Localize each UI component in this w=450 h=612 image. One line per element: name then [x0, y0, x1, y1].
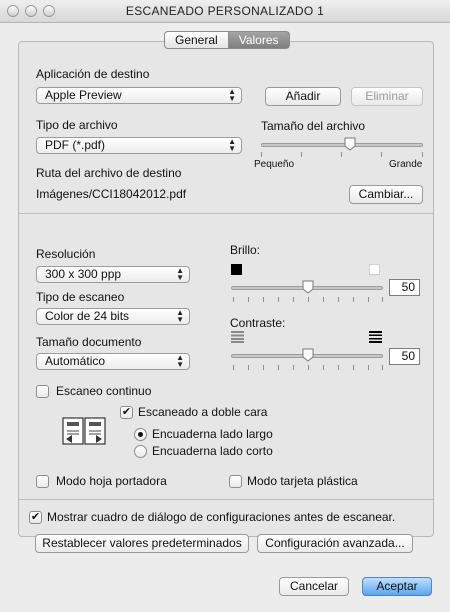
- brightness-ticks: [233, 297, 383, 302]
- resolution-value: 300 x 300 ppp: [45, 267, 122, 281]
- file-size-slider-track[interactable]: [261, 143, 423, 147]
- settings-panel: Aplicación de destino Apple Preview ▲ ▼ A…: [18, 41, 434, 537]
- add-button[interactable]: Añadir: [265, 87, 341, 106]
- show-dialog-label: Mostrar cuadro de diálogo de configuraci…: [47, 510, 396, 524]
- plastic-card-checkbox[interactable]: [229, 475, 242, 488]
- tab-bar: General Valores: [164, 31, 290, 49]
- show-dialog-checkbox[interactable]: ✔: [29, 511, 42, 524]
- file-path-label: Ruta del archivo de destino: [36, 166, 182, 180]
- document-size-label: Tamaño documento: [36, 335, 142, 349]
- file-type-value: PDF (*.pdf): [45, 138, 106, 152]
- brightness-label: Brillo:: [230, 243, 261, 257]
- accept-button[interactable]: Aceptar: [362, 577, 432, 596]
- separator: [19, 213, 433, 214]
- dialog-window: ESCANEADO PERSONALIZADO 1 Aplicación de …: [0, 0, 450, 612]
- plastic-card-label: Modo tarjeta plástica: [247, 474, 358, 488]
- contrast-ticks: [233, 365, 383, 370]
- bind-long-edge-radio[interactable]: [134, 428, 147, 441]
- carrier-sheet-checkbox[interactable]: [36, 475, 49, 488]
- duplex-pages-icon: [62, 417, 106, 445]
- popup-arrows-icon: ▲ ▼: [228, 137, 236, 153]
- file-size-label: Tamaño del archivo: [261, 119, 366, 133]
- brightness-value-field[interactable]: 50: [389, 279, 420, 296]
- title-bar: ESCANEADO PERSONALIZADO 1: [0, 0, 450, 23]
- restore-defaults-button[interactable]: Restablecer valores predeterminados: [35, 534, 249, 553]
- dark-square-icon: [231, 264, 242, 275]
- low-contrast-icon: [231, 331, 244, 343]
- tab-valores[interactable]: Valores: [228, 31, 290, 49]
- file-type-label: Tipo de archivo: [36, 118, 118, 132]
- light-square-icon: [369, 264, 380, 275]
- scan-type-select[interactable]: Color de 24 bits ▲ ▼: [36, 308, 190, 325]
- file-size-slider-thumb[interactable]: [344, 137, 356, 151]
- window-title: ESCANEADO PERSONALIZADO 1: [125, 4, 325, 18]
- destination-app-select[interactable]: Apple Preview ▲ ▼: [36, 87, 242, 104]
- continuous-scan-checkbox[interactable]: [36, 385, 49, 398]
- resolution-label: Resolución: [36, 247, 96, 261]
- file-path-value: Imágenes/CCI18042012.pdf: [36, 187, 187, 201]
- continuous-scan-label: Escaneo continuo: [56, 384, 152, 398]
- file-size-max-label: Grande: [389, 159, 423, 170]
- popup-arrows-icon: ▲ ▼: [176, 266, 184, 282]
- contrast-value-field[interactable]: 50: [389, 348, 420, 365]
- duplex-label: Escaneado a doble cara: [138, 405, 268, 419]
- high-contrast-icon: [369, 331, 382, 343]
- separator: [19, 499, 433, 500]
- change-path-button[interactable]: Cambiar...: [349, 185, 423, 204]
- popup-arrows-icon: ▲ ▼: [176, 308, 184, 324]
- popup-arrows-icon: ▲ ▼: [228, 87, 236, 103]
- bind-short-edge-label: Encuaderna lado corto: [152, 444, 273, 458]
- destination-app-label: Aplicación de destino: [36, 67, 150, 81]
- popup-arrows-icon: ▲ ▼: [176, 353, 184, 369]
- document-size-select[interactable]: Automático ▲ ▼: [36, 353, 190, 370]
- file-size-min-label: Pequeño: [254, 159, 295, 170]
- file-size-ticks: [261, 152, 423, 157]
- remove-button[interactable]: Eliminar: [351, 87, 423, 106]
- advanced-settings-button[interactable]: Configuración avanzada...: [257, 534, 413, 553]
- scan-type-label: Tipo de escaneo: [36, 290, 125, 304]
- cancel-button[interactable]: Cancelar: [279, 577, 349, 596]
- duplex-checkbox[interactable]: ✔: [120, 406, 133, 419]
- carrier-sheet-label: Modo hoja portadora: [56, 474, 167, 488]
- tab-general[interactable]: General: [164, 31, 229, 49]
- scan-type-value: Color de 24 bits: [45, 309, 130, 323]
- bind-short-edge-radio[interactable]: [134, 445, 147, 458]
- document-size-value: Automático: [45, 354, 106, 368]
- contrast-slider-thumb[interactable]: [302, 348, 314, 362]
- destination-app-value: Apple Preview: [45, 88, 122, 102]
- file-type-select[interactable]: PDF (*.pdf) ▲ ▼: [36, 137, 242, 154]
- resolution-select[interactable]: 300 x 300 ppp ▲ ▼: [36, 266, 190, 283]
- brightness-slider-thumb[interactable]: [302, 280, 314, 294]
- contrast-label: Contraste:: [230, 316, 286, 330]
- bind-long-edge-label: Encuaderna lado largo: [152, 427, 273, 441]
